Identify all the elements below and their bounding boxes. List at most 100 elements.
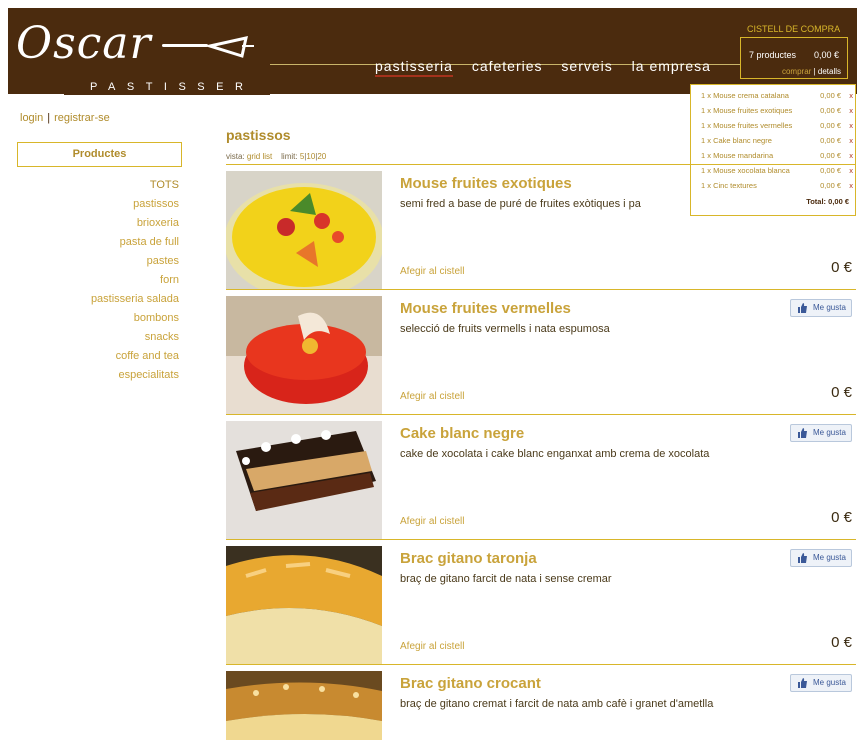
product-name[interactable]: Brac gitano taronja	[400, 550, 537, 567]
like-button[interactable]: Me gusta	[790, 299, 852, 317]
logo-subtitle-bar: PASTISSER	[64, 79, 270, 95]
sidebar-item-bombons[interactable]: bombons	[17, 309, 179, 328]
sidebar-item-coffe-and-tea[interactable]: coffe and tea	[17, 347, 179, 366]
cart-item-price: 0,00 €	[820, 121, 841, 130]
login-link[interactable]: login	[20, 112, 43, 124]
like-button[interactable]: Me gusta	[790, 424, 852, 442]
thumbs-up-icon	[798, 678, 807, 688]
product-name[interactable]: Brac gitano crocant	[400, 675, 541, 692]
product-price: 0 €	[831, 634, 852, 651]
product-description: braç de gitano cremat i farcit de nata a…	[400, 698, 714, 710]
logo-script[interactable]: Oscar	[16, 22, 152, 66]
cart-total: 0,00 €	[813, 50, 839, 60]
view-grid-link[interactable]: grid	[247, 152, 260, 161]
cart-details-link[interactable]: detalls	[818, 67, 841, 76]
sidebar-item-pastes[interactable]: pastes	[17, 252, 179, 271]
sidebar-item-especialitats[interactable]: especialitats	[17, 366, 179, 385]
sidebar-title: Productes	[17, 142, 182, 167]
cart-item-price: 0,00 €	[820, 136, 841, 145]
limit-20-link[interactable]: 20	[317, 152, 326, 161]
like-label: Me gusta	[813, 303, 846, 312]
view-list-link[interactable]: list	[262, 152, 272, 161]
product-description: braç de gitano farcit de nata i sense cr…	[400, 573, 612, 585]
like-button[interactable]: Me gusta	[790, 549, 852, 567]
auth-separator: |	[47, 112, 51, 124]
product-price: 0 €	[831, 509, 852, 526]
product-item: Mouse fruites exotiques semi fred a base…	[226, 165, 856, 290]
sidebar-item-snacks[interactable]: snacks	[17, 328, 179, 347]
cart-summary[interactable]: 7 productes 0,00 € comprar | detalls	[740, 37, 848, 79]
nav-item-serveis[interactable]: serveis	[561, 58, 612, 74]
thumbs-up-icon	[798, 553, 807, 563]
nav-item-cafeteries[interactable]: cafeteries	[472, 58, 543, 74]
auth-links: login | registrar-se	[20, 112, 110, 124]
cart-buy-link[interactable]: comprar	[782, 67, 811, 76]
product-description: selecció de fruits vermells i nata espum…	[400, 323, 610, 335]
remove-icon[interactable]: x	[849, 136, 853, 145]
pastry-bag-icon	[206, 36, 254, 58]
like-label: Me gusta	[813, 553, 846, 562]
add-to-cart-link[interactable]: Afegir al cistell	[400, 266, 464, 277]
view-label: vista:	[226, 152, 245, 161]
cart-item-price: 0,00 €	[820, 91, 841, 100]
nav-item-pastisseria[interactable]: pastisseria	[375, 58, 453, 77]
product-name[interactable]: Mouse fruites exotiques	[400, 175, 572, 192]
cart-item: 1 x Mouse fruites exotiques 0,00 € x	[701, 106, 853, 115]
limit-10-link[interactable]: 10	[306, 152, 315, 161]
cart-links: comprar | detalls	[782, 67, 841, 76]
like-button[interactable]: Me gusta	[790, 674, 852, 692]
cart-item: 1 x Cake blanc negre 0,00 € x	[701, 136, 853, 145]
like-label: Me gusta	[813, 428, 846, 437]
product-image[interactable]	[226, 671, 382, 740]
sidebar-item-pastisseria-salada[interactable]: pastisseria salada	[17, 290, 179, 309]
logo-underline	[162, 44, 208, 47]
cart-title: CISTELL DE COMPRA	[747, 24, 841, 34]
remove-icon[interactable]: x	[849, 121, 853, 130]
product-description: cake de xocolata i cake blanc enganxat a…	[400, 448, 710, 460]
product-image[interactable]	[226, 546, 382, 664]
add-to-cart-link[interactable]: Afegir al cistell	[400, 641, 464, 652]
product-image[interactable]	[226, 421, 382, 539]
product-price: 0 €	[831, 259, 852, 276]
add-to-cart-link[interactable]: Afegir al cistell	[400, 516, 464, 527]
register-link[interactable]: registrar-se	[54, 112, 110, 124]
product-item: Cake blanc negre cake de xocolata i cake…	[226, 415, 856, 540]
category-list: TOTS pastissos brioxeria pasta de full p…	[17, 176, 179, 385]
add-to-cart-link[interactable]: Afegir al cistell	[400, 391, 464, 402]
nav-item-la-empresa[interactable]: la empresa	[632, 58, 711, 74]
sidebar-item-brioxeria[interactable]: brioxeria	[17, 214, 179, 233]
product-description: semi fred a base de puré de fruites exòt…	[400, 198, 641, 210]
cart-item: 1 x Mouse crema catalana 0,00 € x	[701, 91, 853, 100]
cart-item-label: 1 x Mouse crema catalana	[701, 91, 789, 100]
product-price: 0 €	[831, 384, 852, 401]
cart-item-label: 1 x Cake blanc negre	[701, 136, 772, 145]
cart-item-price: 0,00 €	[820, 106, 841, 115]
cart-item: 1 x Mouse mandarina 0,00 € x	[701, 151, 853, 160]
cart-item-label: 1 x Mouse fruites exotiques	[701, 106, 793, 115]
product-name[interactable]: Mouse fruites vermelles	[400, 300, 571, 317]
sidebar-item-forn[interactable]: forn	[17, 271, 179, 290]
thumbs-up-icon	[798, 303, 807, 313]
product-item: Brac gitano taronja braç de gitano farci…	[226, 540, 856, 665]
remove-icon[interactable]: x	[849, 151, 853, 160]
product-name[interactable]: Cake blanc negre	[400, 425, 524, 442]
remove-icon[interactable]: x	[849, 91, 853, 100]
sidebar-item-tots[interactable]: TOTS	[17, 176, 179, 195]
cart-count: 7 productes	[749, 50, 797, 60]
product-item: Mouse fruites vermelles selecció de frui…	[226, 290, 856, 415]
page-title: pastissos	[226, 127, 291, 143]
limit-label: limit:	[281, 152, 298, 161]
logo-subtitle: PASTISSER	[90, 81, 255, 93]
sidebar-item-pastissos[interactable]: pastissos	[17, 195, 179, 214]
main-nav: pastisseria cafeteries serveis la empres…	[375, 58, 725, 77]
remove-icon[interactable]: x	[849, 106, 853, 115]
cart-item-price: 0,00 €	[820, 151, 841, 160]
product-image[interactable]	[226, 296, 382, 414]
cart-item-label: 1 x Mouse fruites vermelles	[701, 121, 793, 130]
sidebar-item-pasta-de-full[interactable]: pasta de full	[17, 233, 179, 252]
product-item: Brac gitano crocant braç de gitano crema…	[226, 665, 856, 740]
like-label: Me gusta	[813, 678, 846, 687]
thumbs-up-icon	[798, 428, 807, 438]
view-controls: vista: grid list limit: 5|10|20	[226, 152, 326, 161]
product-image[interactable]	[226, 171, 382, 289]
